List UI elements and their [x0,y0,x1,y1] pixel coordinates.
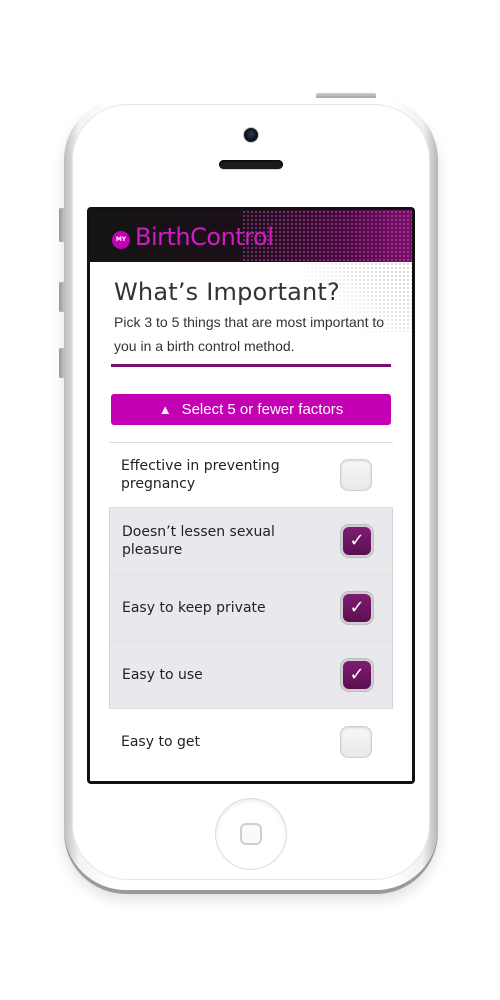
app-logo: BirthControl [135,223,274,251]
factor-row-easy-use[interactable]: Easy to use ✓ [109,642,393,709]
logo-badge: MY [112,231,130,249]
front-camera [244,128,258,142]
factor-checkbox-checked[interactable]: ✓ [341,525,373,557]
page-title: What’s Important? [114,278,340,306]
title-divider [111,364,391,367]
phone-screen: MY BirthControl What’s Important? Pick 3… [87,207,415,784]
page-subtitle: Pick 3 to 5 things that are most importa… [114,314,385,354]
factor-row-pleasure[interactable]: Doesn’t lessen sexual pleasure ✓ [109,508,393,575]
factor-row-easy-get[interactable]: Easy to get [109,709,393,775]
factor-checkbox-unchecked[interactable] [340,459,372,491]
factor-row-private[interactable]: Easy to keep private ✓ [109,575,393,642]
factor-checkbox-checked[interactable]: ✓ [341,659,373,691]
app-view: MY BirthControl What’s Important? Pick 3… [90,210,412,781]
checkmark-icon: ✓ [349,530,365,551]
factor-row-effective[interactable]: Effective in preventing pregnancy [109,443,393,508]
app-header: MY BirthControl [90,210,412,262]
factor-label: Effective in preventing pregnancy [121,458,280,492]
warning-icon: ▲ [158,402,172,417]
checkmark-icon: ✓ [349,664,365,685]
warning-banner: ▲ Select 5 or fewer factors [111,394,391,425]
factor-label: Doesn’t lessen sexual pleasure [122,524,275,558]
checkmark-icon: ✓ [349,597,365,618]
factor-list: Effective in preventing pregnancy Doesn’… [109,442,393,775]
earpiece-speaker [219,160,283,169]
factor-label: Easy to get [121,734,200,750]
home-square-icon [240,823,262,845]
factor-label: Easy to keep private [122,600,266,616]
factor-checkbox-unchecked[interactable] [340,726,372,758]
warning-text: Select 5 or fewer factors [181,401,344,418]
factor-checkbox-checked[interactable]: ✓ [341,592,373,624]
factor-label: Easy to use [122,667,203,683]
